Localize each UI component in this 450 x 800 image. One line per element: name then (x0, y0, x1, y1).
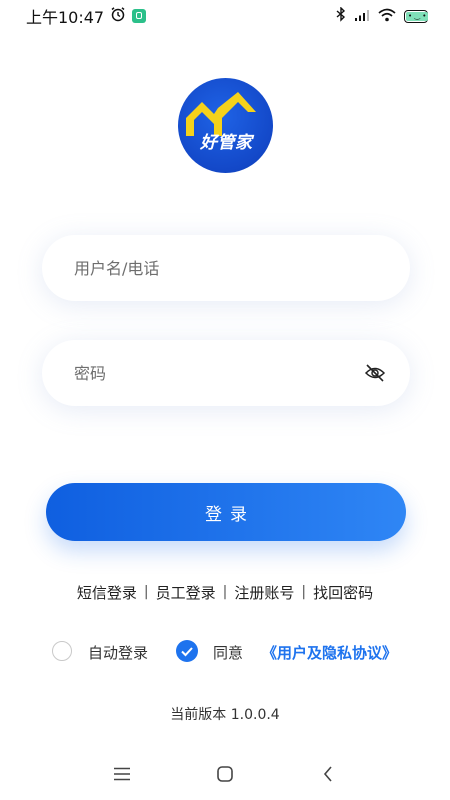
logo-text: 好管家 (200, 133, 253, 153)
bluetooth-icon (336, 5, 346, 26)
agree-label: 同意 (213, 644, 244, 662)
staff-login-link[interactable]: 员工登录 (156, 582, 216, 603)
agree-checkbox[interactable] (176, 640, 198, 662)
app-notification-icon (132, 9, 147, 23)
options-row: 自动登录 同意 《用户及隐私协议》 (0, 640, 450, 664)
menu-icon[interactable] (107, 759, 137, 789)
auto-login-label: 自动登录 (88, 644, 149, 662)
signal-icon (354, 7, 370, 26)
sms-login-link[interactable]: 短信登录 (77, 582, 137, 603)
password-input[interactable] (72, 362, 364, 384)
link-separator: | (143, 584, 149, 600)
eye-slash-icon[interactable] (364, 362, 386, 384)
login-button[interactable]: 登录 (46, 483, 406, 541)
password-field-container (42, 340, 410, 406)
status-left: 上午10:47 (26, 4, 147, 28)
status-right: • ‿ • (336, 5, 428, 26)
auto-login-radio[interactable] (52, 641, 72, 661)
register-link[interactable]: 注册账号 (234, 582, 294, 603)
battery-icon: • ‿ • (404, 9, 428, 23)
username-input[interactable] (72, 257, 386, 279)
link-separator: | (301, 584, 307, 600)
alarm-icon (110, 6, 126, 26)
version-text: 当前版本 1.0.0.4 (170, 707, 280, 723)
check-icon (181, 647, 193, 657)
recover-password-link[interactable]: 找回密码 (313, 582, 373, 603)
privacy-agreement-link[interactable]: 《用户及隐私协议》 (262, 642, 397, 663)
status-bar: 上午10:47 • ‿ • (0, 0, 450, 32)
status-time: 上午10:47 (26, 8, 105, 27)
alt-links-row: 短信登录 | 员工登录 | 注册账号 | 找回密码 (0, 580, 450, 604)
username-field-container (42, 235, 410, 301)
system-nav-bar (0, 748, 450, 800)
wifi-icon (378, 7, 396, 26)
house-logo-icon (186, 92, 256, 136)
battery-face-icon: • ‿ • (408, 11, 427, 20)
app-logo: 好管家 (178, 78, 273, 173)
link-separator: | (222, 584, 228, 600)
home-icon[interactable] (210, 759, 240, 789)
back-icon[interactable] (313, 759, 343, 789)
